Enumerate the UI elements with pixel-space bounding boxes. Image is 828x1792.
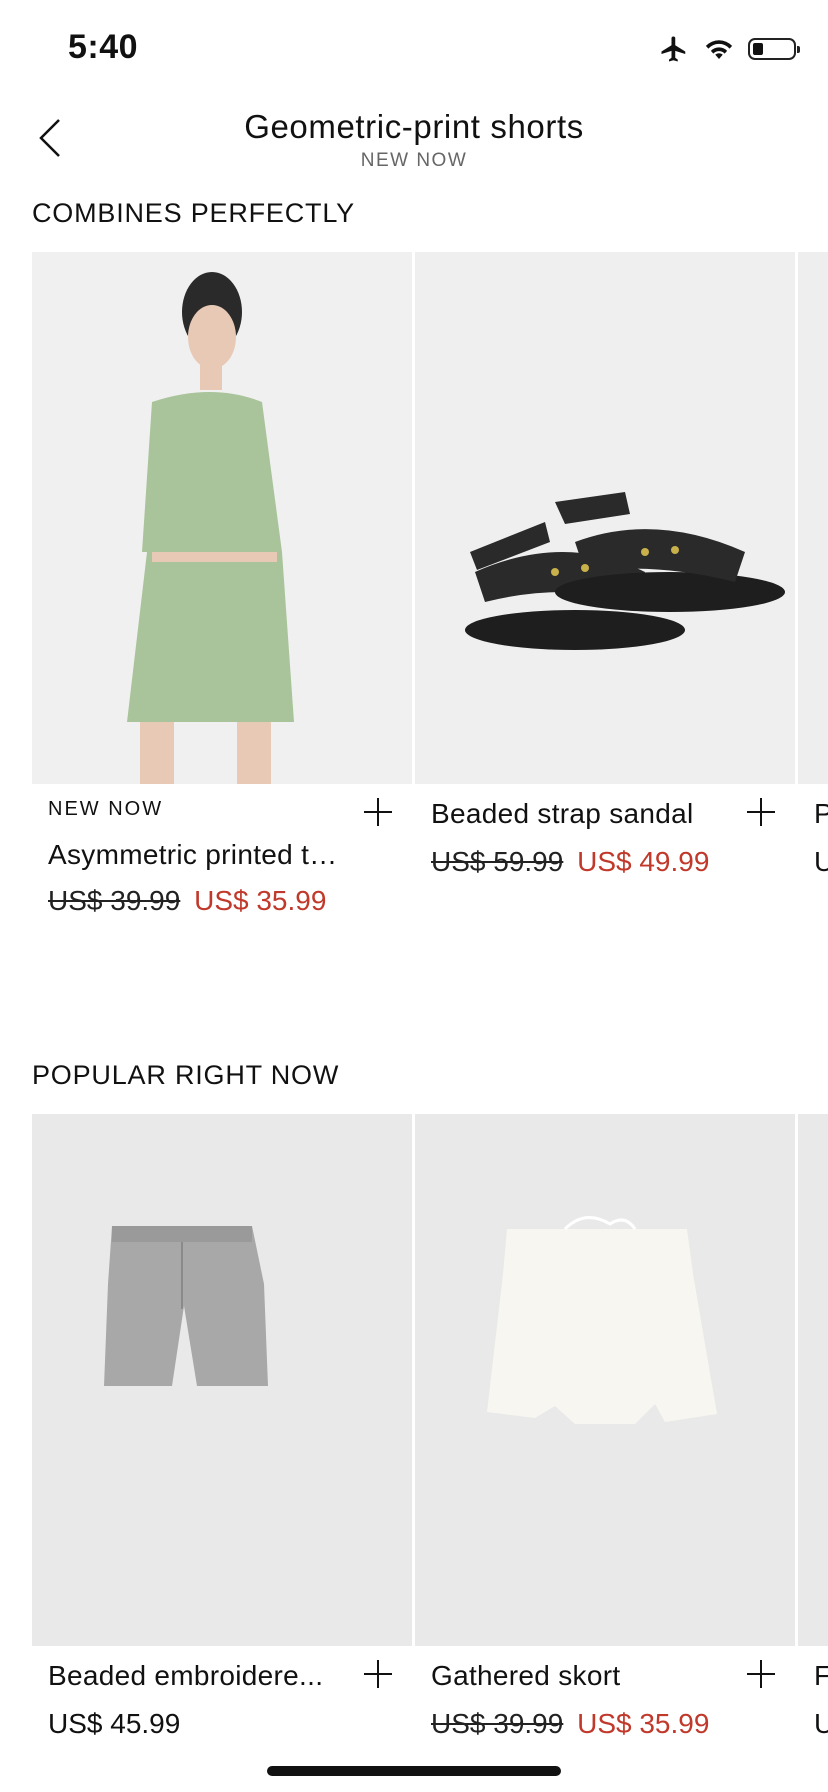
status-icons	[658, 34, 800, 64]
status-time: 5:40	[68, 28, 139, 66]
product-tag: NEW NOW	[48, 798, 164, 820]
product-name[interactable]: Gathered skort	[431, 1660, 721, 1692]
product-card-partial[interactable]: P U	[798, 252, 828, 952]
product-price: US$ 45.99	[48, 1708, 181, 1739]
sandal-image	[465, 492, 785, 650]
product-image[interactable]	[798, 1114, 828, 1646]
page-title: Geometric-print shorts	[244, 108, 584, 145]
product-info: Beaded strap sandal US$ 59.99 US$ 49.99	[431, 798, 791, 878]
product-info: Gathered skort US$ 39.99 US$ 35.99	[431, 1660, 791, 1740]
product-info: P U	[814, 798, 828, 878]
original-price: US$ 39.99	[431, 1708, 564, 1739]
product-name[interactable]: Beaded strap sandal	[431, 798, 721, 830]
product-image[interactable]	[415, 1114, 795, 1646]
product-image[interactable]	[798, 252, 828, 784]
product-prices: US$ 45.99	[48, 1708, 408, 1740]
product-prices: US$ 59.99 US$ 49.99	[431, 846, 791, 878]
product-info: Beaded embroidere... US$ 45.99	[48, 1660, 408, 1740]
product-image[interactable]	[32, 252, 412, 784]
product-price: U	[814, 846, 828, 877]
product-info: F U	[814, 1660, 828, 1740]
page-subtitle: NEW NOW	[360, 150, 468, 171]
wifi-icon	[705, 40, 733, 59]
product-prices: US$ 39.99 US$ 35.99	[431, 1708, 791, 1740]
status-bar: 5:40	[0, 0, 828, 100]
original-price: US$ 59.99	[431, 846, 564, 877]
product-carousel-combines[interactable]: NEW NOW Asymmetric printed top US$ 39.99…	[32, 252, 828, 952]
product-prices: U	[814, 1708, 828, 1740]
product-card[interactable]: Beaded strap sandal US$ 59.99 US$ 49.99	[415, 252, 795, 952]
product-card[interactable]: Beaded embroidere... US$ 45.99	[32, 1114, 412, 1792]
product-name[interactable]: Beaded embroidere...	[48, 1660, 338, 1692]
header: Geometric-print shorts NEW NOW	[0, 100, 828, 180]
airplane-mode-icon	[661, 36, 686, 62]
product-info: NEW NOW Asymmetric printed top US$ 39.99…	[48, 798, 408, 917]
model-top-image	[127, 272, 294, 784]
product-prices: US$ 39.99 US$ 35.99	[48, 885, 408, 917]
product-name[interactable]: F	[814, 1660, 828, 1692]
home-indicator[interactable]	[267, 1766, 561, 1776]
product-card[interactable]: NEW NOW Asymmetric printed top US$ 39.99…	[32, 252, 412, 952]
product-prices: U	[814, 846, 828, 878]
product-name[interactable]: P	[814, 798, 828, 830]
product-card[interactable]: Gathered skort US$ 39.99 US$ 35.99	[415, 1114, 795, 1792]
product-price: U	[814, 1708, 828, 1739]
product-name[interactable]: Asymmetric printed top	[48, 839, 338, 871]
battery-icon	[748, 38, 800, 60]
skort-image	[487, 1216, 717, 1424]
sale-price: US$ 35.99	[577, 1708, 710, 1739]
section-title-popular: POPULAR RIGHT NOW	[32, 1060, 340, 1090]
product-image[interactable]	[415, 252, 795, 784]
original-price: US$ 39.99	[48, 885, 181, 916]
product-image[interactable]	[32, 1114, 412, 1646]
sale-price: US$ 35.99	[194, 885, 327, 916]
product-card-partial[interactable]: F U	[798, 1114, 828, 1792]
section-title-combines: COMBINES PERFECTLY	[32, 198, 355, 228]
product-carousel-popular[interactable]: Beaded embroidere... US$ 45.99 Gathered …	[32, 1114, 828, 1792]
denim-shorts-image	[104, 1226, 268, 1386]
sale-price: US$ 49.99	[577, 846, 710, 877]
